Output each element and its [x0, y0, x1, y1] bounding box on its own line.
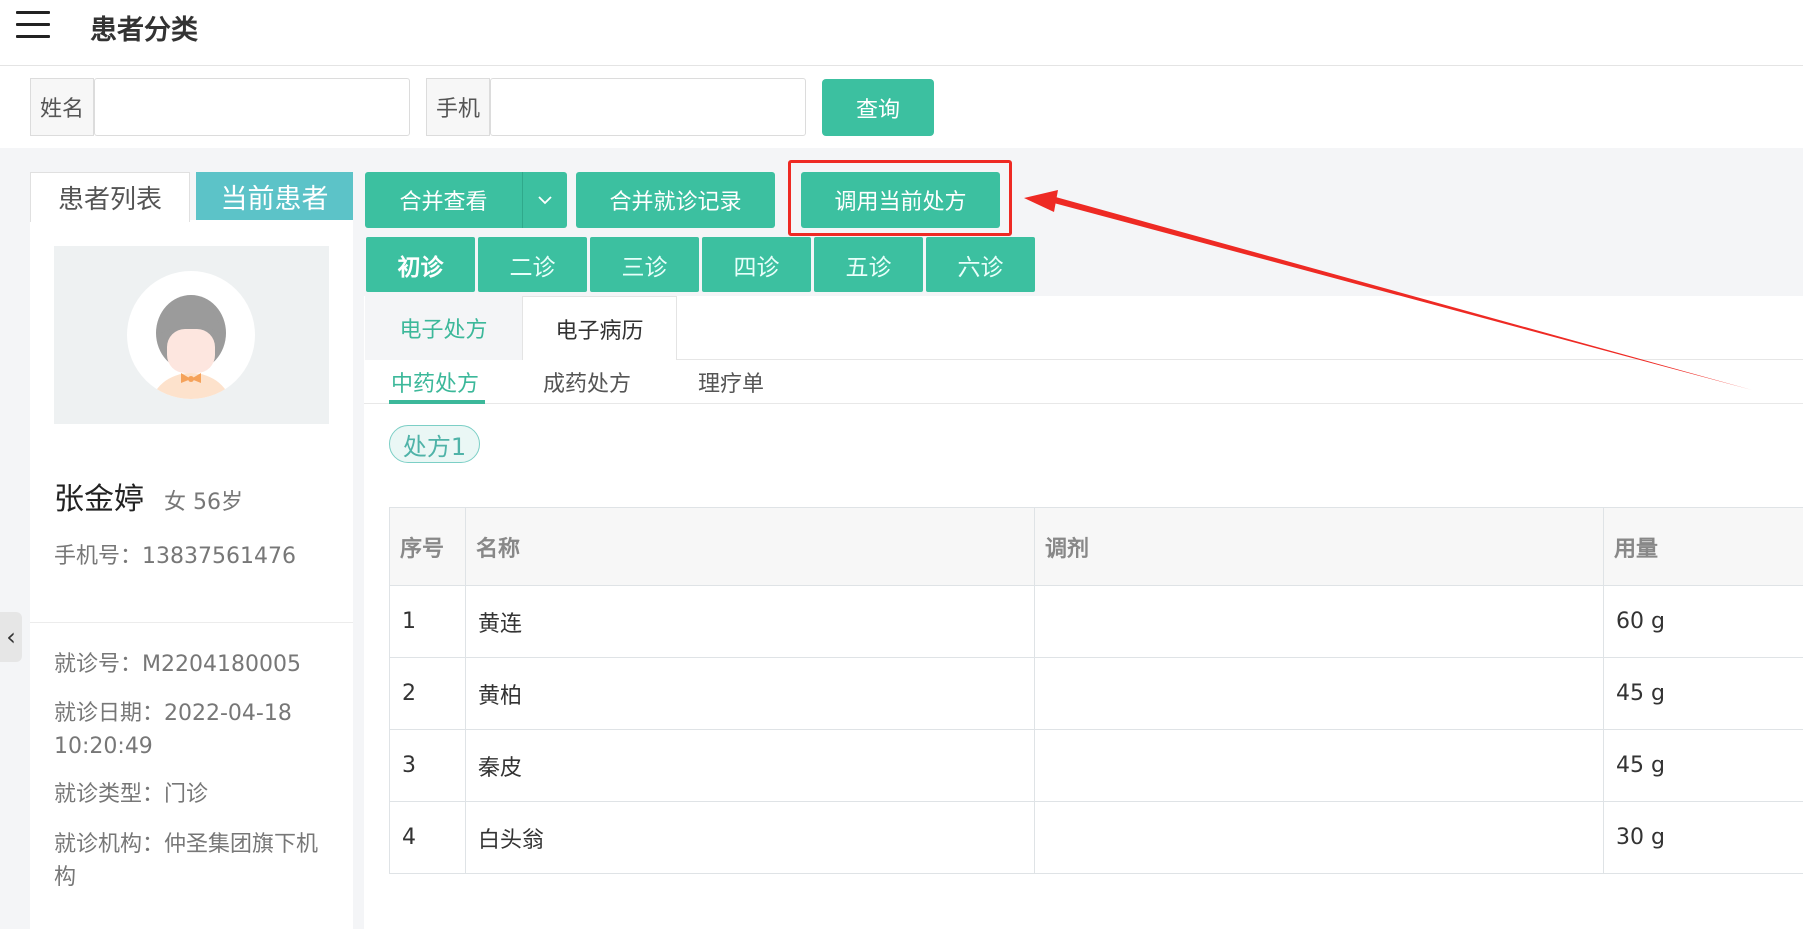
cell-dosage: 60 g	[1603, 585, 1803, 658]
table-row: 1 黄连 60 g	[389, 585, 1803, 658]
visit-button-5[interactable]: 五诊	[814, 237, 923, 292]
cell-dosage: 45 g	[1603, 657, 1803, 730]
visit-button-2[interactable]: 二诊	[478, 237, 587, 292]
subtab-active-indicator	[389, 400, 485, 404]
chevron-down-icon	[538, 196, 552, 205]
visit-institution: 就诊机构：仲圣集团旗下机构	[54, 832, 319, 890]
visit-button-3[interactable]: 三诊	[590, 237, 699, 292]
cell-name: 秦皮	[465, 729, 1035, 802]
tab-current-patient[interactable]: 当前患者	[196, 172, 353, 220]
cell-name: 黄连	[465, 585, 1035, 658]
female-avatar-icon	[152, 295, 230, 399]
cell-index: 2	[389, 657, 466, 730]
table-row: 2 黄柏 45 g	[389, 657, 1803, 730]
patient-name: 张金婷	[54, 482, 144, 517]
query-button[interactable]: 查询	[822, 79, 934, 136]
subtab-therapy[interactable]: 理疗单	[698, 366, 764, 402]
subtab-herbal[interactable]: 中药处方	[391, 366, 479, 402]
visit-button-4[interactable]: 四诊	[702, 237, 811, 292]
subtab-patent[interactable]: 成药处方	[543, 366, 631, 402]
page-title: 患者分类	[90, 15, 198, 46]
table-row: 3 秦皮 45 g	[389, 729, 1803, 802]
tab-e-prescription[interactable]: 电子处方	[365, 296, 522, 360]
col-header-index: 序号	[389, 507, 466, 586]
merge-records-button[interactable]: 合并就诊记录	[576, 172, 775, 228]
avatar	[127, 271, 255, 399]
annotation-highlight-box	[788, 160, 1012, 236]
col-header-dosage: 用量	[1603, 507, 1803, 586]
visit-number: 就诊号：M2204180005	[54, 652, 301, 677]
prescription-tag[interactable]: 处方1	[389, 425, 480, 463]
cell-index: 3	[389, 729, 466, 802]
cell-dispense	[1034, 657, 1604, 730]
tab-patient-list[interactable]: 患者列表	[30, 172, 190, 222]
chevron-left-icon: ‹	[6, 623, 16, 651]
collapse-handle[interactable]: ‹	[0, 612, 22, 662]
phone-input[interactable]	[490, 78, 806, 136]
cell-dosage: 30 g	[1603, 801, 1803, 874]
cell-index: 1	[389, 585, 466, 658]
cell-dispense	[1034, 729, 1604, 802]
tab-e-medical-record[interactable]: 电子病历	[522, 296, 677, 360]
cell-dispense	[1034, 801, 1604, 874]
name-label: 姓名	[30, 78, 94, 136]
table-row: 4 白头翁 30 g	[389, 801, 1803, 874]
merge-view-button[interactable]: 合并查看	[365, 172, 522, 228]
col-header-dispense: 调剂	[1034, 507, 1604, 586]
subtab-line	[364, 403, 1803, 404]
patient-gender-age: 女 56岁	[164, 490, 243, 515]
visit-button-1[interactable]: 初诊	[366, 237, 475, 292]
tab-bar-line	[677, 359, 1803, 360]
cell-dispense	[1034, 585, 1604, 658]
visit-date: 就诊日期：2022-04-18 10:20:49	[54, 701, 292, 759]
visit-type: 就诊类型：门诊	[54, 782, 209, 807]
phone-label: 手机	[426, 78, 490, 136]
cell-dosage: 45 g	[1603, 729, 1803, 802]
menu-icon[interactable]	[16, 11, 50, 39]
cell-index: 4	[389, 801, 466, 874]
visit-button-6[interactable]: 六诊	[926, 237, 1035, 292]
info-divider	[30, 622, 353, 623]
merge-view-dropdown[interactable]	[522, 172, 567, 228]
cell-name: 白头翁	[465, 801, 1035, 874]
col-header-name: 名称	[465, 507, 1035, 586]
cell-name: 黄柏	[465, 657, 1035, 730]
name-input[interactable]	[94, 78, 410, 136]
patient-phone: 手机号：13837561476	[54, 544, 296, 569]
table-header-row: 序号 名称 调剂 用量	[389, 507, 1803, 586]
app-header	[0, 0, 1803, 66]
prescription-table: 序号 名称 调剂 用量 1 黄连 60 g 2 黄柏 45 g 3 秦皮 45 …	[389, 507, 1803, 874]
